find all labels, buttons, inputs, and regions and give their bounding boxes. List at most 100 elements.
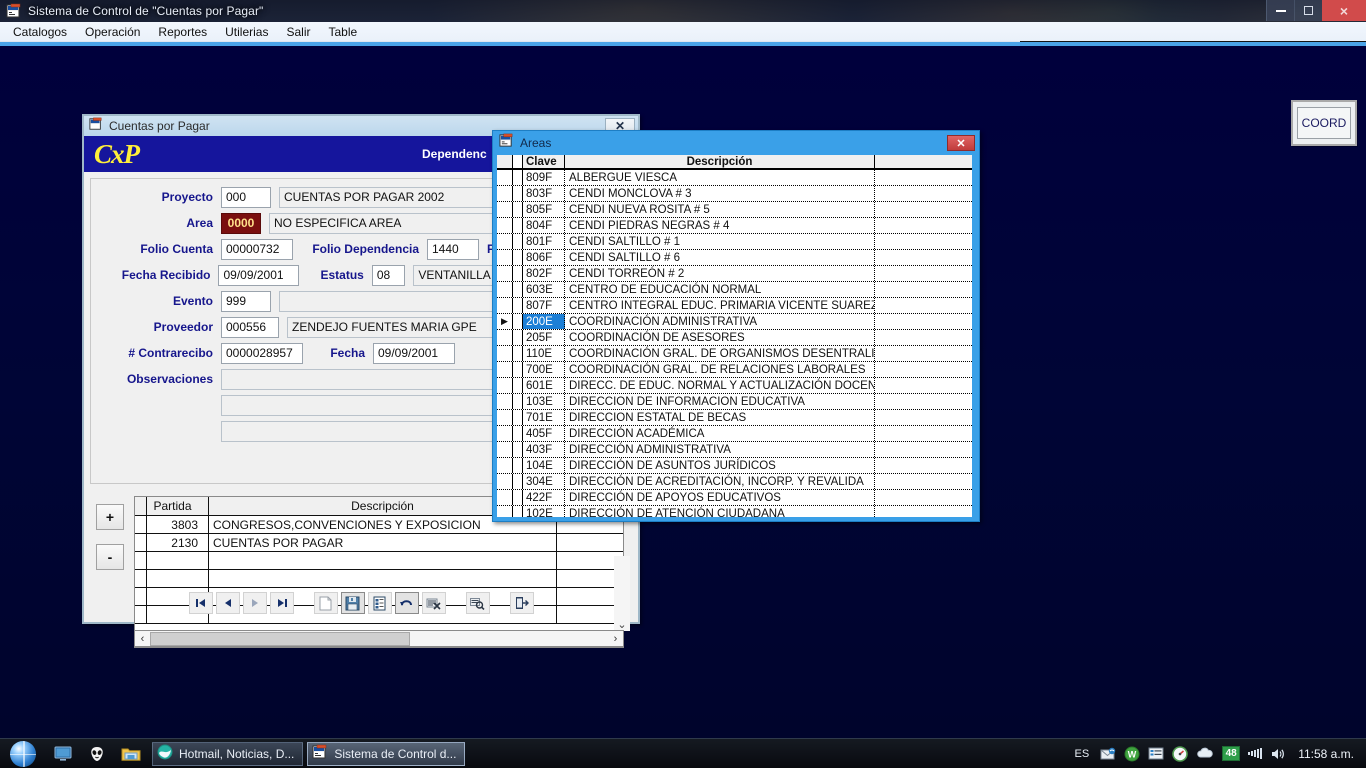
evento-code-input[interactable]: 999 [221, 291, 271, 312]
close-button[interactable]: × [1322, 0, 1366, 21]
menu-item-salir[interactable]: Salir [277, 23, 319, 41]
table-row[interactable] [135, 570, 623, 588]
table-row[interactable]: 603ECENTRO DE EDUCACIÓN NORMAL [497, 282, 972, 298]
table-row[interactable]: 2130CUENTAS POR PAGAR [135, 534, 623, 552]
menu-item-operacion[interactable]: Operación [76, 23, 149, 41]
delete-record-button[interactable] [422, 592, 446, 614]
menu-item-table[interactable]: Table [319, 23, 366, 41]
new-record-button[interactable] [314, 592, 338, 614]
previous-record-button[interactable] [216, 592, 240, 614]
table-row[interactable]: 304EDIRECCIÓN DE ACREDITACIÓN, INCORP. Y… [497, 474, 972, 490]
row-selector[interactable] [497, 250, 513, 265]
row-selector[interactable] [497, 458, 513, 473]
table-row[interactable]: ▶200ECOORDINACIÓN ADMINISTRATIVA [497, 314, 972, 330]
row-selector[interactable] [497, 170, 513, 185]
table-row[interactable]: 405FDIRECCIÓN ACADÉMICA [497, 426, 972, 442]
areas-table[interactable]: Clave Descripción 809FALBERGUE VIESCA803… [497, 155, 972, 517]
speedometer-icon[interactable] [1172, 746, 1188, 762]
estatus-code-input[interactable]: 08 [372, 265, 406, 286]
cloud-icon[interactable] [1196, 747, 1214, 760]
row-selector[interactable] [497, 298, 513, 313]
row-selector[interactable] [497, 378, 513, 393]
w-icon[interactable]: W [1124, 746, 1140, 762]
row-selector[interactable] [497, 394, 513, 409]
row-selector[interactable] [497, 234, 513, 249]
table-row[interactable]: 806FCENDI SALTILLO # 6 [497, 250, 972, 266]
areas-titlebar[interactable]: Areas ✕ [493, 131, 979, 155]
areas-close-button[interactable]: ✕ [947, 135, 975, 151]
row-selector[interactable] [497, 362, 513, 377]
row-selector[interactable] [135, 534, 147, 551]
exit-button[interactable] [510, 592, 534, 614]
taskbar-item-sistema-de-control[interactable]: Sistema de Control d... [307, 742, 465, 766]
proyecto-code-input[interactable]: 000 [221, 187, 271, 208]
explorer-icon[interactable] [114, 739, 148, 769]
row-selector[interactable] [497, 186, 513, 201]
table-row[interactable]: 802FCENDI TORREÓN # 2 [497, 266, 972, 282]
speaker-icon[interactable] [1270, 747, 1286, 761]
table-row[interactable]: 801FCENDI SALTILLO # 1 [497, 234, 972, 250]
scroll-left-icon[interactable]: ‹ [135, 631, 150, 646]
taskbar-item-hotmail[interactable]: Hotmail, Noticias, D... [152, 742, 303, 766]
row-selector[interactable] [497, 442, 513, 457]
folio-cuenta-input[interactable]: 00000732 [221, 239, 293, 260]
row-selector[interactable] [497, 330, 513, 345]
hscroll-thumb[interactable] [150, 632, 410, 646]
table-row[interactable]: 103EDIRECCION DE INFORMACION EDUCATIVA [497, 394, 972, 410]
menu-item-catalogos[interactable]: Catalogos [4, 23, 76, 41]
table-row[interactable]: 701EDIRECCION ESTATAL DE BECAS [497, 410, 972, 426]
table-row[interactable]: 110ECOORDINACIÓN GRAL. DE ORGANISMOS DES… [497, 346, 972, 362]
table-row[interactable]: 422FDIRECCIÓN DE APOYOS EDUCATIVOS [497, 490, 972, 506]
list-records-button[interactable] [368, 592, 392, 614]
update-count-badge[interactable]: 48 [1222, 746, 1240, 761]
row-selector[interactable] [497, 202, 513, 217]
table-row[interactable]: 803FCENDI MONCLOVA # 3 [497, 186, 972, 202]
start-button[interactable] [0, 739, 46, 769]
row-selector[interactable] [497, 282, 513, 297]
add-partida-button[interactable]: + [96, 504, 124, 530]
table-row[interactable]: 102EDIRECCIÓN DE ATENCIÓN CIUDADANA [497, 506, 972, 517]
table-row[interactable]: 700ECOORDINACIÓN GRAL. DE RELACIONES LAB… [497, 362, 972, 378]
table-row[interactable] [135, 552, 623, 570]
partidas-horizontal-scrollbar[interactable]: ‹ › [134, 630, 624, 647]
table-row[interactable]: 104EDIRECCIÓN DE ASUNTOS JURÍDICOS [497, 458, 972, 474]
folio-dependencia-input[interactable]: 1440 [427, 239, 479, 260]
alien-icon[interactable] [80, 739, 114, 769]
first-record-button[interactable] [189, 592, 213, 614]
maximize-button[interactable] [1294, 0, 1322, 21]
proveedor-code-input[interactable]: 000556 [221, 317, 279, 338]
area-code-input[interactable]: 0000 [221, 213, 261, 234]
row-selector[interactable] [135, 552, 147, 569]
table-row[interactable]: 205FCOORDINACIÓN DE ASESORES [497, 330, 972, 346]
row-selector[interactable] [135, 516, 147, 533]
row-selector[interactable] [497, 410, 513, 425]
row-selector[interactable] [497, 346, 513, 361]
menu-item-reportes[interactable]: Reportes [149, 23, 216, 41]
row-selector[interactable] [497, 490, 513, 505]
mail-icon[interactable] [1100, 747, 1116, 761]
row-selector[interactable] [497, 506, 513, 517]
table-row[interactable]: 601EDIRECC. DE EDUC. NORMAL Y ACTUALIZAC… [497, 378, 972, 394]
list-icon[interactable] [1148, 747, 1164, 760]
fecha-input[interactable]: 09/09/2001 [373, 343, 455, 364]
row-selector[interactable] [497, 266, 513, 281]
language-indicator[interactable]: ES [1075, 748, 1090, 760]
show-desktop-icon[interactable] [46, 739, 80, 769]
scroll-right-icon[interactable]: › [608, 631, 623, 646]
last-record-button[interactable] [270, 592, 294, 614]
menu-item-utilerias[interactable]: Utilerias [216, 23, 277, 41]
table-row[interactable]: 805FCENDI NUEVA ROSITA # 5 [497, 202, 972, 218]
signal-icon[interactable] [1248, 748, 1262, 760]
table-row[interactable]: 809FALBERGUE VIESCA [497, 170, 972, 186]
remove-partida-button[interactable]: - [96, 544, 124, 570]
row-selector[interactable] [497, 218, 513, 233]
table-row[interactable]: 403FDIRECCIÓN ADMINISTRATIVA [497, 442, 972, 458]
next-record-button[interactable] [243, 592, 267, 614]
row-selector[interactable]: ▶ [497, 314, 513, 329]
save-record-button[interactable] [341, 592, 365, 614]
row-selector[interactable] [135, 570, 147, 587]
clock[interactable]: 11:58 a.m. [1298, 747, 1360, 761]
contrarecibo-input[interactable]: 0000028957 [221, 343, 303, 364]
minimize-button[interactable] [1266, 0, 1294, 21]
table-row[interactable]: 804FCENDI PIEDRAS NEGRAS # 4 [497, 218, 972, 234]
